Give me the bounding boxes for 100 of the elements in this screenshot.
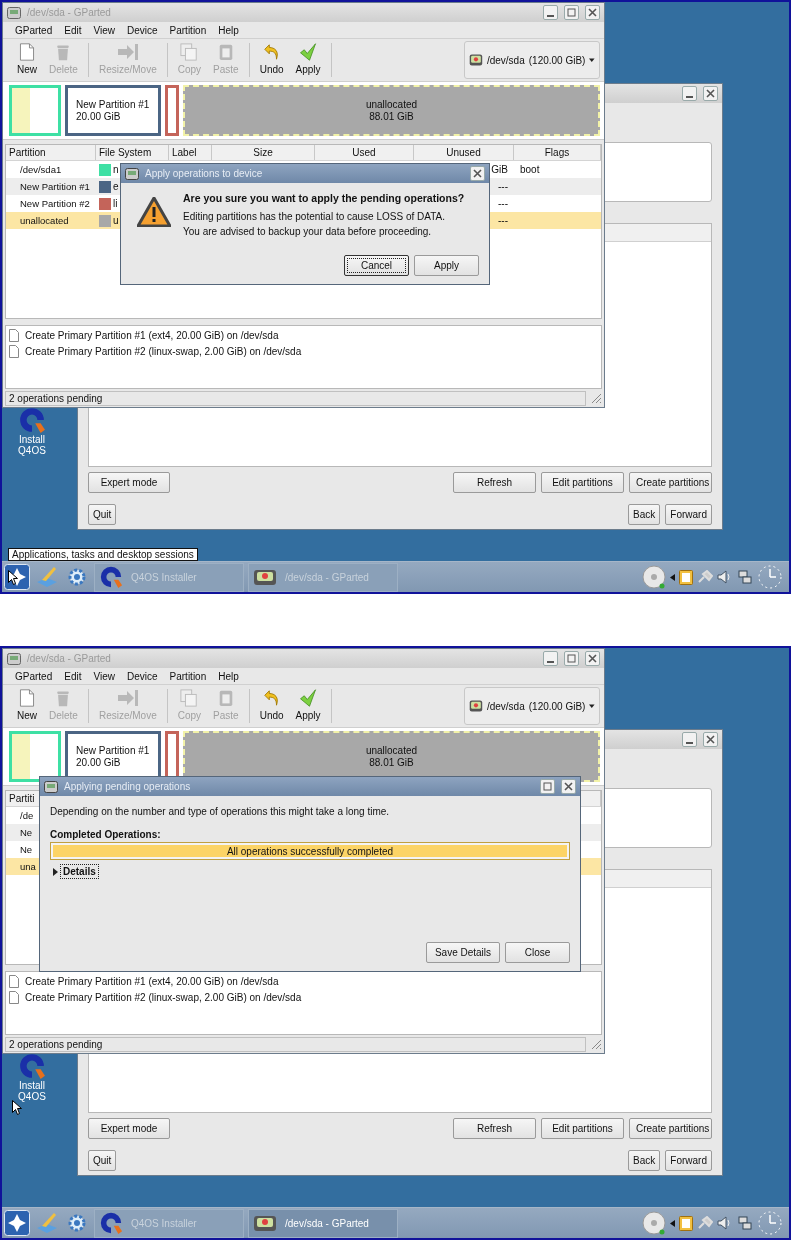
status-text: 2 operations pending bbox=[5, 1036, 586, 1052]
nav-button[interactable]: Forward bbox=[665, 1150, 712, 1171]
logo-icon bbox=[99, 565, 123, 589]
copy-icon bbox=[179, 43, 200, 61]
action-button[interactable]: Edit partitions bbox=[541, 1118, 624, 1139]
close-button[interactable] bbox=[703, 732, 718, 747]
clipboard-icon bbox=[217, 689, 234, 707]
clipboard-icon bbox=[679, 1215, 693, 1231]
arrow-icon bbox=[670, 1219, 675, 1227]
column-header[interactable]: Unused bbox=[414, 145, 514, 160]
menu-item[interactable]: Edit bbox=[58, 24, 88, 36]
progress-text: All operations successfully completed bbox=[226, 845, 394, 857]
logo-icon bbox=[18, 1052, 46, 1080]
dialog-message: Depending on the number and type of operations this might take a long time. bbox=[50, 806, 391, 817]
menu-item[interactable]: View bbox=[87, 670, 121, 682]
menu-item[interactable]: Help bbox=[212, 24, 245, 36]
warning-icon bbox=[137, 197, 171, 227]
arrow-icon bbox=[116, 689, 139, 707]
copy-icon bbox=[179, 689, 200, 707]
minimize-button[interactable] bbox=[682, 732, 697, 747]
device-selector[interactable]: /dev/sda (120.00 GiB) bbox=[464, 41, 600, 79]
action-button[interactable]: Edit partitions bbox=[541, 472, 624, 493]
action-button[interactable]: Expert mode bbox=[88, 472, 170, 493]
menu-item[interactable]: Partition bbox=[163, 670, 213, 682]
close-icon bbox=[706, 735, 715, 744]
dialog-button[interactable]: Save Details bbox=[426, 942, 500, 963]
maximize-icon bbox=[567, 654, 576, 663]
action-button[interactable]: Create partitions bbox=[629, 1118, 712, 1139]
column-header[interactable]: Label bbox=[169, 145, 212, 160]
menu-item[interactable]: View bbox=[87, 24, 121, 36]
toolbar-button[interactable]: Undo bbox=[253, 43, 290, 77]
close-button[interactable] bbox=[470, 166, 485, 181]
toolbar-button[interactable]: Apply bbox=[289, 43, 327, 77]
menu-item[interactable]: Partition bbox=[163, 24, 213, 36]
partition-block: New Partition #1 20.00 GiB bbox=[65, 85, 161, 136]
close-icon bbox=[588, 654, 597, 663]
dialog-title: Applying pending operations bbox=[64, 781, 192, 792]
close-button[interactable] bbox=[585, 651, 600, 666]
action-button[interactable]: Expert mode bbox=[88, 1118, 170, 1139]
menu-item[interactable]: Device bbox=[121, 670, 164, 682]
undo-icon bbox=[262, 689, 281, 707]
close-icon bbox=[473, 169, 482, 178]
menu-item[interactable]: Help bbox=[212, 670, 245, 682]
device-selector[interactable]: /dev/sda (120.00 GiB) bbox=[464, 687, 600, 725]
mouse-pointer-icon bbox=[12, 1100, 22, 1115]
undo-icon bbox=[262, 43, 281, 61]
page-icon bbox=[9, 991, 19, 1004]
menu-item[interactable]: GParted bbox=[9, 670, 59, 682]
action-button[interactable]: Create partitions bbox=[629, 472, 712, 493]
plug-icon bbox=[697, 570, 713, 584]
nav-button[interactable]: Back bbox=[628, 1150, 661, 1171]
clock-icon bbox=[757, 564, 783, 590]
close-button[interactable] bbox=[561, 779, 576, 794]
network-icon bbox=[737, 1215, 753, 1231]
close-button[interactable] bbox=[703, 86, 718, 101]
minimize-button[interactable] bbox=[682, 86, 697, 101]
section-label: Completed Operations: bbox=[50, 829, 162, 840]
window-title: /dev/sda - GParted bbox=[27, 7, 112, 18]
menu-item[interactable]: Device bbox=[121, 24, 164, 36]
start-menu-button[interactable] bbox=[4, 1210, 30, 1236]
minimize-button[interactable] bbox=[543, 651, 558, 666]
dialog-button[interactable]: Apply bbox=[414, 255, 479, 276]
column-header[interactable]: Partition bbox=[6, 145, 96, 160]
column-header[interactable]: File System bbox=[96, 145, 169, 160]
page-icon bbox=[18, 689, 36, 707]
resize-grip-icon bbox=[590, 392, 602, 404]
dropdown-arrow-icon bbox=[589, 702, 595, 710]
toolbar-button[interactable]: New bbox=[11, 43, 43, 77]
desktop-icon-label[interactable]: Install Q4OS bbox=[15, 1080, 49, 1102]
arrow-icon bbox=[670, 573, 675, 581]
clock-icon bbox=[757, 1210, 783, 1236]
dialog-button[interactable]: Close bbox=[505, 942, 570, 963]
toolbar-button[interactable]: Undo bbox=[253, 689, 290, 723]
resize-grip-icon bbox=[590, 1038, 602, 1050]
nav-button[interactable]: Quit bbox=[88, 504, 117, 525]
dialog-message: You are advised to backup your data before proceeding. bbox=[183, 226, 433, 237]
nav-button[interactable]: Forward bbox=[665, 504, 712, 525]
column-header[interactable]: Size bbox=[212, 145, 315, 160]
nav-button[interactable]: Quit bbox=[88, 1150, 117, 1171]
nav-button[interactable]: Back bbox=[628, 504, 661, 525]
column-header[interactable]: Flags bbox=[514, 145, 601, 160]
minimize-button[interactable] bbox=[543, 5, 558, 20]
menu-item[interactable]: Edit bbox=[58, 670, 88, 682]
arrow-icon bbox=[116, 43, 139, 61]
maximize-button[interactable] bbox=[540, 779, 555, 794]
action-button[interactable]: Refresh bbox=[453, 1118, 536, 1139]
minimize-icon bbox=[686, 741, 693, 744]
minimize-icon bbox=[686, 95, 693, 98]
action-button[interactable]: Refresh bbox=[453, 472, 536, 493]
toolbar-button[interactable]: New bbox=[11, 689, 43, 723]
desktop-icon-label[interactable]: Install Q4OS bbox=[15, 434, 49, 456]
menu-item[interactable]: GParted bbox=[9, 24, 59, 36]
column-header[interactable]: Used bbox=[315, 145, 414, 160]
toolbar-button[interactable]: Apply bbox=[289, 689, 327, 723]
details-expander[interactable]: Details bbox=[61, 865, 98, 878]
close-button[interactable] bbox=[585, 5, 600, 20]
dialog-heading: Are you sure you want to apply the pending operations? bbox=[183, 191, 465, 205]
operation-item: Create Primary Partition #1 (ext4, 20.00 GiB) on /dev/sda bbox=[25, 976, 279, 987]
dialog-button[interactable]: Cancel bbox=[344, 255, 409, 276]
logo-icon bbox=[99, 1211, 123, 1235]
